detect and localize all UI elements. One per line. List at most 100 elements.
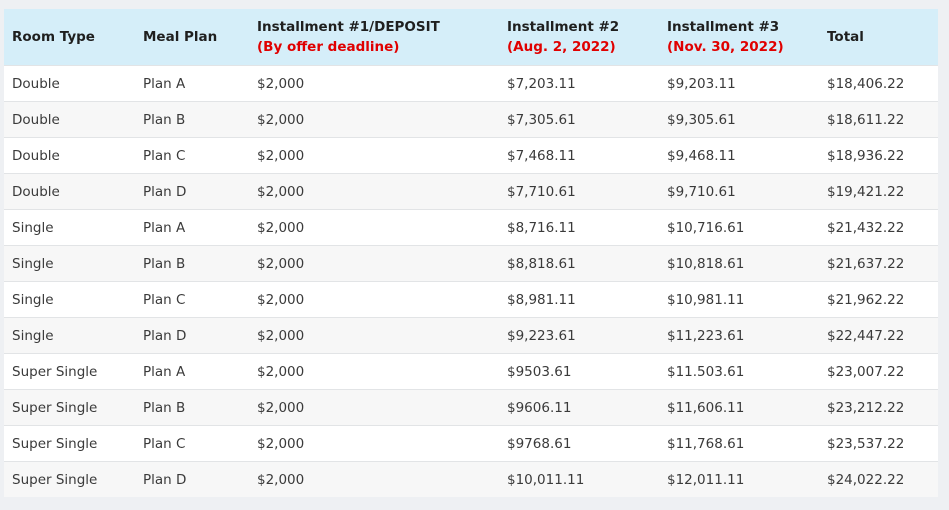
cell-room-type: Super Single [4,425,135,462]
header-meal-plan: Meal Plan [135,9,249,66]
cell-meal-plan: Plan C [135,137,249,174]
header-row: Room Type Meal Plan Installment #1/DEPOS… [4,9,938,66]
cell-meal-plan: Plan D [135,173,249,210]
cell-installment-3: $9,305.61 [659,101,819,138]
cell-room-type: Super Single [4,461,135,497]
cell-installment-1: $2,000 [249,245,499,282]
cell-total: $23,537.22 [819,425,938,462]
cell-installment-3: $11,768.61 [659,425,819,462]
table-row: Single Plan D $2,000 $9,223.61 $11,223.61 $22… [4,317,938,354]
cell-installment-1: $2,000 [249,389,499,426]
table-row: Single Plan A $2,000 $8,716.11 $10,716.61 $21… [4,209,938,246]
cell-installment-1: $2,000 [249,209,499,246]
cell-room-type: Single [4,245,135,282]
cell-room-type: Super Single [4,353,135,390]
cell-total: $21,432.22 [819,209,938,246]
table-row: Super Single Plan C $2,000 $9768.61 $11,768.… [4,425,938,462]
table-row: Double Plan B $2,000 $7,305.61 $9,305.61 $18,… [4,101,938,138]
header-label: Installment #1/DEPOSIT [257,19,440,35]
header-label: Meal Plan [143,29,218,45]
cell-installment-2: $7,305.61 [499,101,659,138]
header-label: Room Type [12,29,95,45]
cell-installment-1: $2,000 [249,281,499,318]
cell-installment-3: $9,468.11 [659,137,819,174]
cell-installment-3: $12,011.11 [659,461,819,497]
cell-installment-1: $2,000 [249,101,499,138]
cell-total: $19,421.22 [819,173,938,210]
cell-total: $18,611.22 [819,101,938,138]
cell-installment-2: $8,716.11 [499,209,659,246]
cell-total: $21,637.22 [819,245,938,282]
header-label: Installment #3 [667,19,780,35]
cell-installment-1: $2,000 [249,137,499,174]
cell-meal-plan: Plan B [135,101,249,138]
cell-total: $22,447.22 [819,317,938,354]
table-body: Double Plan A $2,000 $7,203.11 $9,203.11 $18,… [4,65,938,497]
cell-room-type: Super Single [4,389,135,426]
header-room-type: Room Type [4,9,135,66]
cell-installment-3: $11.503.61 [659,353,819,390]
cell-room-type: Single [4,281,135,318]
table-row: Super Single Plan B $2,000 $9606.11 $11,606.… [4,389,938,426]
cell-meal-plan: Plan B [135,245,249,282]
header-installment-1: Installment #1/DEPOSIT (By offer deadline… [249,9,499,66]
cell-room-type: Double [4,65,135,102]
cell-installment-2: $9768.61 [499,425,659,462]
cell-installment-3: $10,716.61 [659,209,819,246]
cell-meal-plan: Plan A [135,209,249,246]
header-sublabel: (Nov. 30, 2022) [667,39,784,55]
table-row: Double Plan D $2,000 $7,710.61 $9,710.61 $19,… [4,173,938,210]
cell-installment-2: $8,981.11 [499,281,659,318]
header-installment-2: Installment #2 (Aug. 2, 2022) [499,9,659,66]
cell-total: $24,022.22 [819,461,938,497]
cell-room-type: Double [4,101,135,138]
cell-installment-1: $2,000 [249,353,499,390]
header-total: Total [819,9,938,66]
pricing-table: Room Type Meal Plan Installment #1/DEPOS… [4,9,938,497]
header-label: Installment #2 [507,19,620,35]
table-header: Room Type Meal Plan Installment #1/DEPOS… [4,9,938,66]
cell-installment-2: $7,203.11 [499,65,659,102]
cell-total: $23,007.22 [819,353,938,390]
cell-installment-1: $2,000 [249,425,499,462]
cell-meal-plan: Plan A [135,65,249,102]
cell-installment-2: $9,223.61 [499,317,659,354]
table-row: Super Single Plan A $2,000 $9503.61 $11.503.… [4,353,938,390]
cell-installment-2: $9503.61 [499,353,659,390]
cell-installment-2: $9606.11 [499,389,659,426]
cell-installment-1: $2,000 [249,317,499,354]
cell-meal-plan: Plan B [135,389,249,426]
cell-meal-plan: Plan D [135,317,249,354]
table-row: Single Plan B $2,000 $8,818.61 $10,818.61 $21… [4,245,938,282]
cell-installment-3: $9,710.61 [659,173,819,210]
table-row: Double Plan C $2,000 $7,468.11 $9,468.11 $18,… [4,137,938,174]
cell-meal-plan: Plan D [135,461,249,497]
cell-room-type: Single [4,209,135,246]
cell-installment-2: $8,818.61 [499,245,659,282]
cell-meal-plan: Plan C [135,425,249,462]
header-sublabel: (Aug. 2, 2022) [507,39,616,55]
cell-installment-3: $11,223.61 [659,317,819,354]
table-row: Double Plan A $2,000 $7,203.11 $9,203.11 $18,… [4,65,938,102]
cell-room-type: Double [4,137,135,174]
cell-total: $23,212.22 [819,389,938,426]
cell-total: $18,406.22 [819,65,938,102]
cell-meal-plan: Plan A [135,353,249,390]
header-installment-3: Installment #3 (Nov. 30, 2022) [659,9,819,66]
header-sublabel: (By offer deadline) [257,39,400,55]
cell-total: $18,936.22 [819,137,938,174]
pricing-table-container: Room Type Meal Plan Installment #1/DEPOS… [4,9,938,497]
table-row: Super Single Plan D $2,000 $10,011.11 $12,01… [4,461,938,497]
cell-room-type: Single [4,317,135,354]
cell-meal-plan: Plan C [135,281,249,318]
cell-installment-2: $10,011.11 [499,461,659,497]
cell-installment-1: $2,000 [249,173,499,210]
cell-installment-3: $10,818.61 [659,245,819,282]
cell-installment-2: $7,710.61 [499,173,659,210]
cell-installment-3: $11,606.11 [659,389,819,426]
cell-room-type: Double [4,173,135,210]
cell-installment-1: $2,000 [249,461,499,497]
cell-installment-1: $2,000 [249,65,499,102]
cell-total: $21,962.22 [819,281,938,318]
cell-installment-3: $10,981.11 [659,281,819,318]
